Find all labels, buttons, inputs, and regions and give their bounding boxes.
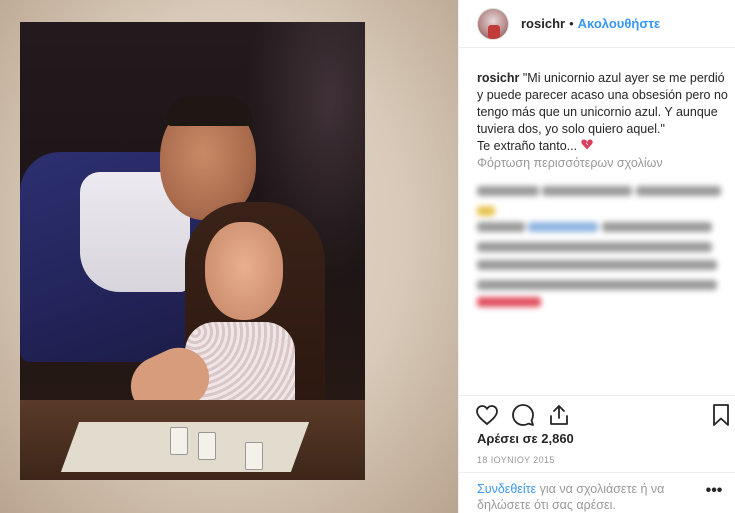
blurred-text [601, 221, 712, 232]
blurred-text [477, 259, 717, 270]
avatar[interactable] [477, 7, 509, 40]
photo-domino [170, 427, 188, 455]
photo-domino [198, 432, 216, 460]
follow-button[interactable]: Ακολουθήστε [578, 16, 661, 31]
blurred-text [542, 185, 633, 196]
comment-item-blurred [477, 218, 732, 252]
comment-item-blurred [477, 182, 732, 216]
likes-count[interactable]: Αρέσει σε 2,860 [477, 431, 574, 446]
caption-username[interactable]: rosichr [477, 71, 519, 85]
photo-girl-face [205, 222, 283, 320]
post-header: rosichr • Ακολουθήστε [459, 0, 735, 48]
post-photo[interactable] [20, 22, 365, 480]
caption-line2: Te extraño tanto... [477, 139, 578, 153]
header-username[interactable]: rosichr [521, 16, 565, 31]
post-side-panel: rosichr • Ακολουθήστε rosichr "Mi unicor… [458, 0, 735, 513]
blurred-emoji [477, 205, 495, 216]
load-more-comments[interactable]: Φόρτωση περισσότερων σχολίων [477, 156, 663, 170]
login-link[interactable]: Συνδεθείτε [477, 482, 536, 496]
blurred-emoji [477, 296, 541, 307]
photo-man-hair [166, 96, 252, 126]
broken-heart-icon [580, 139, 593, 156]
blurred-text [477, 185, 539, 196]
more-options-button[interactable]: ••• [704, 483, 724, 501]
blurred-text [477, 221, 525, 232]
post-caption: rosichr "Mi unicornio azul ayer se me pe… [477, 70, 732, 156]
post-date: 18 ΙΟΥΝΙΟΥ 2015 [477, 455, 555, 465]
blurred-text [477, 279, 717, 290]
comment-icon[interactable] [511, 403, 535, 427]
post-actions [459, 395, 735, 429]
comment-item-blurred [477, 256, 732, 307]
blurred-text [477, 241, 712, 252]
login-prompt: Συνδεθείτε για να σχολιάσετε ή να δηλώσε… [477, 481, 687, 513]
bookmark-icon[interactable] [709, 403, 733, 427]
blurred-text [635, 185, 721, 196]
photo-domino [245, 442, 263, 470]
separator-dot: • [569, 16, 574, 31]
heart-icon[interactable] [475, 403, 499, 427]
comment-footer: Συνδεθείτε για να σχολιάσετε ή να δηλώσε… [459, 472, 735, 513]
blurred-mention [528, 221, 599, 232]
share-icon[interactable] [547, 403, 571, 427]
post-media-panel [0, 0, 458, 513]
